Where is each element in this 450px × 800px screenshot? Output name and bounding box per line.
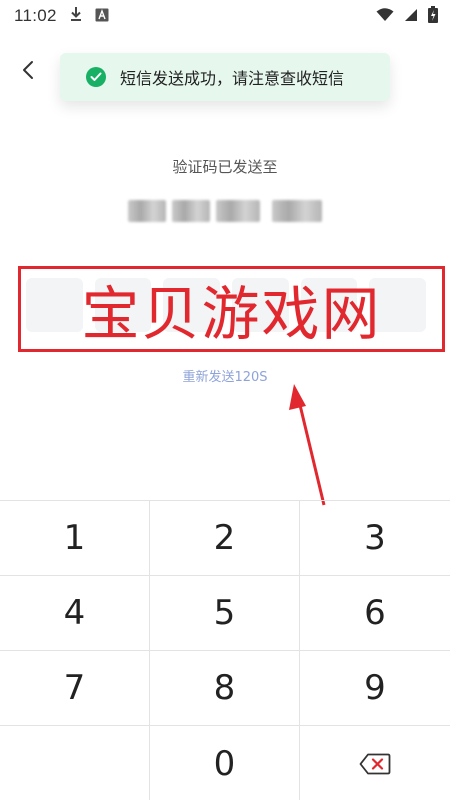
backspace-icon (359, 753, 391, 774)
key-1[interactable]: 1 (0, 501, 150, 576)
key-5[interactable]: 5 (150, 576, 300, 651)
key-9[interactable]: 9 (300, 651, 450, 726)
key-8[interactable]: 8 (150, 651, 300, 726)
key-3[interactable]: 3 (300, 501, 450, 576)
key-empty (0, 726, 150, 800)
key-6[interactable]: 6 (300, 576, 450, 651)
backspace-key[interactable] (300, 726, 450, 800)
key-7[interactable]: 7 (0, 651, 150, 726)
key-0[interactable]: 0 (150, 726, 300, 800)
numeric-keypad: 1 2 3 4 5 6 7 8 9 0 (0, 500, 450, 800)
key-2[interactable]: 2 (150, 501, 300, 576)
key-4[interactable]: 4 (0, 576, 150, 651)
